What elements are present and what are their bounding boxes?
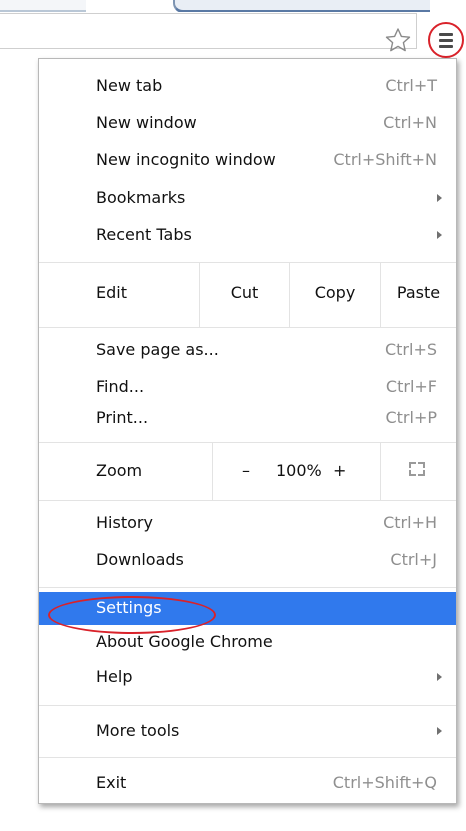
menu-item-shortcut: Ctrl+P: [385, 408, 437, 427]
menu-separator: [39, 500, 456, 501]
submenu-arrow-icon: [437, 231, 442, 239]
menu-item-new-incognito-window[interactable]: New incognito window Ctrl+Shift+N: [39, 144, 456, 176]
menu-separator: [39, 757, 456, 758]
zoom-label: Zoom: [96, 461, 143, 480]
menu-item-label: Help: [96, 667, 133, 686]
menu-item-shortcut: Ctrl+Shift+N: [333, 150, 437, 169]
menu-item-label: Recent Tabs: [96, 225, 192, 244]
menu-item-downloads[interactable]: Downloads Ctrl+J: [39, 544, 456, 576]
zoom-row: Zoom – 100% +: [39, 442, 456, 500]
menu-item-save-page-as[interactable]: Save page as... Ctrl+S: [39, 334, 456, 366]
zoom-in-button[interactable]: +: [333, 461, 346, 480]
menu-item-shortcut: Ctrl+J: [390, 550, 437, 569]
submenu-arrow-icon: [437, 673, 442, 681]
menu-item-exit[interactable]: Exit Ctrl+Shift+Q: [39, 767, 456, 799]
menu-item-print[interactable]: Print... Ctrl+P: [39, 402, 456, 434]
menu-item-label: New incognito window: [96, 150, 276, 169]
zoom-out-button[interactable]: –: [242, 461, 250, 480]
cut-button[interactable]: Cut: [200, 262, 289, 327]
zoom-divider: [212, 442, 213, 500]
bookmark-star-icon[interactable]: [384, 26, 414, 54]
menu-item-more-tools[interactable]: More tools: [39, 715, 456, 747]
menu-item-label: Save page as...: [96, 340, 219, 359]
submenu-arrow-icon: [437, 727, 442, 735]
menu-item-history[interactable]: History Ctrl+H: [39, 507, 456, 539]
menu-item-label: About Google Chrome: [96, 632, 273, 651]
browser-window: New tab Ctrl+T New window Ctrl+N New inc…: [0, 0, 466, 831]
paste-button[interactable]: Paste: [381, 262, 456, 327]
menu-separator: [39, 327, 456, 328]
menu-item-label: Exit: [96, 773, 127, 792]
menu-item-label: New tab: [96, 76, 163, 95]
menu-item-label: Downloads: [96, 550, 184, 569]
menu-item-new-window[interactable]: New window Ctrl+N: [39, 107, 456, 139]
menu-item-label: History: [96, 513, 153, 532]
menu-separator: [39, 587, 456, 588]
menu-item-new-tab[interactable]: New tab Ctrl+T: [39, 70, 456, 102]
menu-item-label: Print...: [96, 408, 149, 427]
menu-item-find[interactable]: Find... Ctrl+F: [39, 371, 456, 403]
menu-separator: [39, 705, 456, 706]
menu-item-label: Bookmarks: [96, 188, 186, 207]
fullscreen-icon[interactable]: [409, 462, 425, 476]
menu-item-label: New window: [96, 113, 197, 132]
zoom-level: 100%: [276, 461, 322, 480]
annotation-ellipse: [48, 596, 216, 634]
menu-item-label: Find...: [96, 377, 145, 396]
chrome-menu-button[interactable]: [428, 22, 464, 58]
edit-row: Edit Cut Copy Paste: [39, 262, 456, 327]
tab-strip: [0, 0, 466, 13]
menu-item-shortcut: Ctrl+S: [384, 340, 437, 359]
menu-item-shortcut: Ctrl+H: [383, 513, 437, 532]
tab-left-edge[interactable]: [0, 0, 86, 12]
menu-item-shortcut: Ctrl+T: [385, 76, 437, 95]
menu-item-recent-tabs[interactable]: Recent Tabs: [39, 219, 456, 251]
zoom-divider: [380, 442, 381, 500]
menu-item-help[interactable]: Help: [39, 661, 456, 693]
menu-item-shortcut: Ctrl+Shift+Q: [332, 773, 437, 792]
address-bar[interactable]: [0, 13, 417, 49]
menu-item-bookmarks[interactable]: Bookmarks: [39, 182, 456, 214]
edit-label: Edit: [96, 283, 127, 302]
menu-item-shortcut: Ctrl+N: [383, 113, 437, 132]
menu-item-label: More tools: [96, 721, 180, 740]
submenu-arrow-icon: [437, 194, 442, 202]
chrome-menu: New tab Ctrl+T New window Ctrl+N New inc…: [38, 58, 457, 804]
menu-item-shortcut: Ctrl+F: [385, 377, 437, 396]
copy-button[interactable]: Copy: [290, 262, 380, 327]
